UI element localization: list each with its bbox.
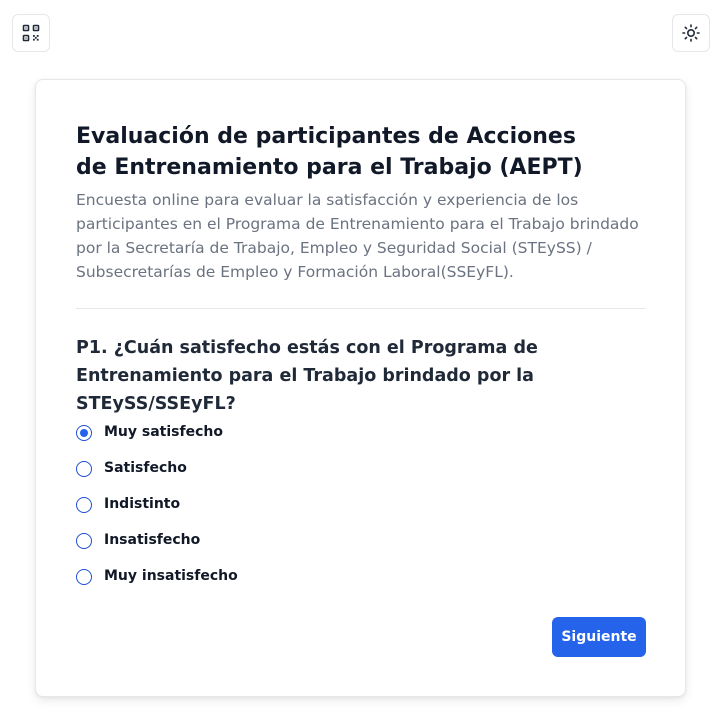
- option-label: Muy insatisfecho: [104, 568, 238, 584]
- qr-code-icon: [22, 24, 40, 42]
- survey-card: Evaluación de participantes de Acciones …: [35, 79, 686, 697]
- option-indistinto[interactable]: Indistinto: [76, 486, 238, 522]
- option-muy-satisfecho[interactable]: Muy satisfecho: [76, 414, 238, 450]
- survey-description: Encuesta online para evaluar la satisfac…: [76, 191, 639, 281]
- option-label: Indistinto: [104, 496, 181, 512]
- radio-button[interactable]: [76, 425, 92, 441]
- option-label: Insatisfecho: [104, 532, 201, 548]
- radio-button[interactable]: [76, 497, 92, 513]
- question-text: P1. ¿Cuán satisfecho estás con el Progra…: [76, 338, 538, 414]
- theme-toggle-button[interactable]: [672, 14, 710, 52]
- sun-icon: [682, 24, 700, 42]
- option-label: Satisfecho: [104, 460, 187, 476]
- option-insatisfecho[interactable]: Insatisfecho: [76, 522, 238, 558]
- page: Evaluación de participantes de Acciones …: [0, 0, 715, 715]
- option-satisfecho[interactable]: Satisfecho: [76, 450, 238, 486]
- radio-button[interactable]: [76, 461, 92, 477]
- survey-title: Evaluación de participantes de Acciones …: [76, 124, 583, 180]
- radio-button[interactable]: [76, 533, 92, 549]
- qr-code-button[interactable]: [12, 14, 50, 52]
- answer-options: Muy satisfecho Satisfecho Indistinto Ins…: [76, 414, 238, 594]
- divider: [76, 308, 646, 309]
- option-muy-insatisfecho[interactable]: Muy insatisfecho: [76, 558, 238, 594]
- radio-button[interactable]: [76, 569, 92, 585]
- option-label: Muy satisfecho: [104, 424, 223, 440]
- next-button[interactable]: Siguiente: [552, 617, 646, 657]
